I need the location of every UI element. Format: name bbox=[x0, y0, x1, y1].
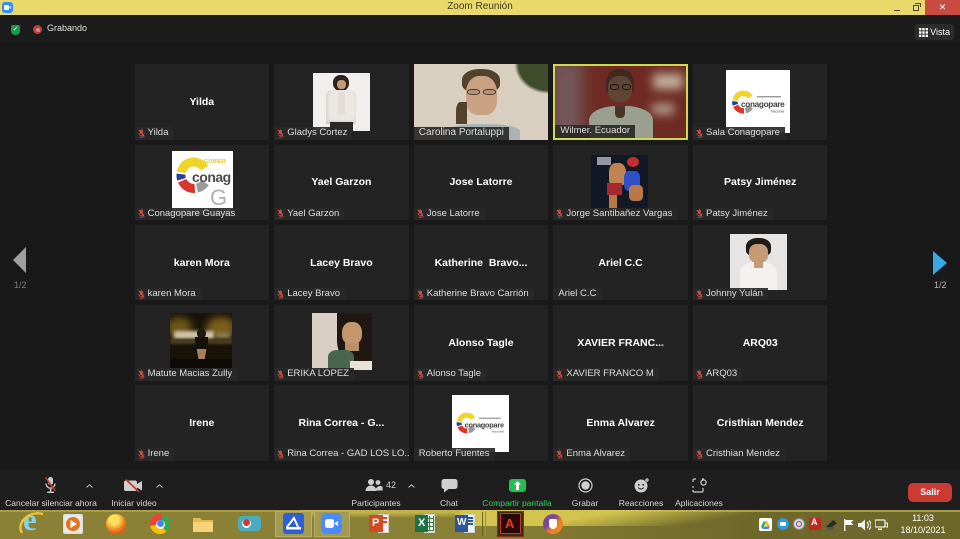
svg-text:G: G bbox=[210, 185, 227, 210]
svg-text:conag: conag bbox=[192, 169, 231, 185]
svg-text:GOBIER: GOBIER bbox=[204, 159, 226, 165]
